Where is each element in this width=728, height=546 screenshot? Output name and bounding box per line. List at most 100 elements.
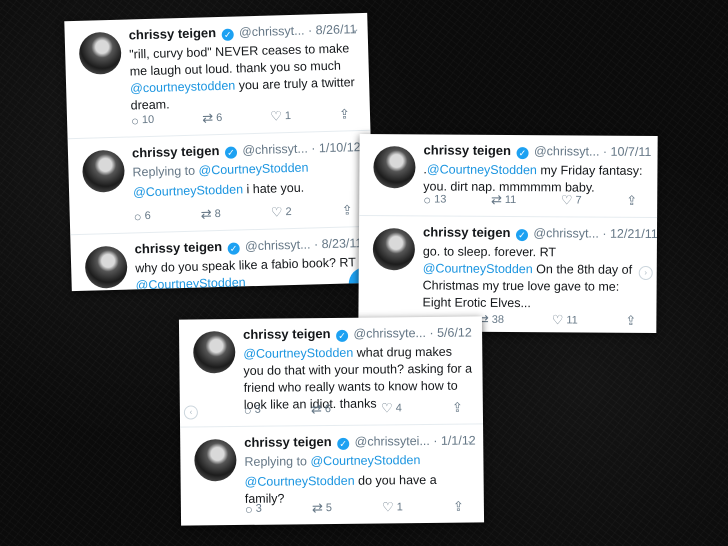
tweet-text: go. to sleep. forever. RT @CourtneyStodd… <box>422 244 633 311</box>
avatar[interactable] <box>81 149 126 193</box>
like-button[interactable]: ♡ 2 <box>271 204 292 221</box>
share-icon: ⇪ <box>341 202 353 218</box>
display-name[interactable]: chrissy teigen <box>244 434 332 450</box>
share-button[interactable]: ⇪ <box>626 193 637 209</box>
display-name[interactable]: chrissy teigen <box>128 25 216 42</box>
retweet-button[interactable]: ⇄ 8 <box>201 206 221 223</box>
reply-icon: ○ <box>423 191 432 207</box>
share-icon: ⇪ <box>451 399 463 415</box>
mention-link[interactable]: @CourtneyStodden <box>135 275 245 291</box>
avatar[interactable] <box>372 228 416 271</box>
retweet-button[interactable]: ⇄ 5 <box>312 500 332 516</box>
screenshot-card-3: chrissy teigen ✓ @chrissyte... · 5/6/12 … <box>178 316 485 526</box>
share-icon: ⇪ <box>338 106 351 122</box>
tweet-text: @CourtneyStodden i hate you. <box>132 180 305 200</box>
retweet-icon: ⇄ <box>310 401 322 417</box>
timestamp[interactable]: · 10/7/11 <box>603 145 652 159</box>
retweet-icon: ⇄ <box>200 206 212 222</box>
share-button[interactable]: ⇪ <box>625 313 636 329</box>
heart-icon: ♡ <box>270 108 283 124</box>
mention-link[interactable]: @CourtneyStodden <box>243 346 353 361</box>
handle[interactable]: @chrissyt... <box>534 144 600 158</box>
heart-icon: ♡ <box>560 192 573 208</box>
chevron-down-icon[interactable]: ⌄ <box>350 21 360 37</box>
mention-link[interactable]: @CourtneyStodden <box>427 162 537 177</box>
handle[interactable]: @chrissyt... <box>242 142 308 158</box>
tweet-header: chrissy teigen ✓ @chrissytei... · 1/1/12… <box>244 432 476 450</box>
share-icon: ⇪ <box>452 498 464 514</box>
retweet-icon: ⇄ <box>201 110 214 126</box>
mention-link[interactable]: @CourtneyStodden <box>423 261 533 276</box>
screenshot-card-1: chrissy teigen ✓ @chrissyt... · 8/26/11 … <box>64 12 375 292</box>
share-button[interactable]: ⇪ <box>342 202 353 218</box>
share-button[interactable]: ⇪ <box>453 499 464 515</box>
tweet-header: chrissy teigen ✓ @chrissyte... · 5/6/12 <box>243 325 474 343</box>
tweet[interactable]: chrissy teigen ✓ @chrissyt... · 8/26/11 … <box>64 12 371 140</box>
tweet[interactable]: chrissy teigen ✓ @chrissytei... · 1/1/12… <box>180 424 484 525</box>
chevron-left-icon[interactable]: ‹ <box>183 405 198 420</box>
reply-button[interactable]: ○ 6 <box>134 208 151 224</box>
like-button[interactable]: ♡ 4 <box>381 400 402 416</box>
heart-icon: ♡ <box>380 400 393 416</box>
verified-badge-icon: ✓ <box>515 229 528 242</box>
reply-icon: ○ <box>244 501 253 517</box>
replying-to-link[interactable]: @CourtneyStodden <box>198 161 308 178</box>
heart-icon: ♡ <box>551 312 564 328</box>
mention-link[interactable]: @CourtneyStodden <box>133 182 243 199</box>
handle[interactable]: @chrissyt... <box>533 226 599 240</box>
mention-link[interactable]: @CourtneyStodden <box>245 474 355 489</box>
timestamp[interactable]: · 12/21/11 <box>602 227 657 241</box>
reply-button[interactable]: ○ 13 <box>423 191 446 207</box>
tweet[interactable]: chrissy teigen ✓ @chrissyt... · 12/21/11… <box>358 216 658 333</box>
retweet-icon: ⇄ <box>311 500 323 516</box>
timestamp[interactable]: · 1/10/12 <box>311 140 361 155</box>
chevron-down-icon[interactable]: ⌄ <box>466 432 475 448</box>
avatar[interactable] <box>194 438 237 482</box>
reply-icon: ○ <box>243 402 252 418</box>
retweet-button[interactable]: ⇄ 6 <box>311 401 331 417</box>
handle[interactable]: @chrissyt... <box>245 237 311 253</box>
avatar[interactable] <box>373 146 416 189</box>
reply-button[interactable]: ○ 3 <box>245 501 262 517</box>
retweet-button[interactable]: ⇄ 11 <box>491 192 516 208</box>
display-name[interactable]: chrissy teigen <box>423 224 511 240</box>
replying-to-link[interactable]: @CourtneyStodden <box>310 453 420 468</box>
display-name[interactable]: chrissy teigen <box>132 143 220 160</box>
display-name[interactable]: chrissy teigen <box>424 142 512 158</box>
timestamp[interactable]: · 8/23/11 <box>314 236 363 251</box>
share-button[interactable]: ⇪ <box>339 106 350 122</box>
like-button[interactable]: ♡ 7 <box>561 192 582 208</box>
chevron-right-icon[interactable]: › <box>638 265 653 281</box>
reply-button[interactable]: ○ 3 <box>244 402 261 418</box>
tweet[interactable]: chrissy teigen ✓ @chrissyt... · 10/7/11 … <box>359 133 658 219</box>
display-name[interactable]: chrissy teigen <box>134 239 222 256</box>
avatar[interactable] <box>193 331 236 374</box>
reply-button[interactable]: ○ 10 <box>131 112 155 129</box>
like-button[interactable]: ♡ 1 <box>270 108 291 125</box>
handle[interactable]: @chrissyte... <box>353 326 426 341</box>
tweet-actions: ○ 13 ⇄ 11 ♡ 7 ⇪ <box>423 191 637 208</box>
tweet-actions: ○ 3 ⇄ 6 ♡ 4 ⇪ <box>244 400 463 418</box>
handle[interactable]: @chrissytei... <box>355 434 430 449</box>
tweet[interactable]: chrissy teigen ✓ @chrissyt... · 8/23/11 … <box>70 227 375 292</box>
handle[interactable]: @chrissyt... <box>239 24 305 40</box>
retweet-button[interactable]: ⇄ 6 <box>202 110 222 127</box>
timestamp[interactable]: · 5/6/12 <box>429 326 472 340</box>
verified-badge-icon: ✓ <box>335 329 349 342</box>
retweet-icon: ⇄ <box>490 191 502 207</box>
display-name[interactable]: chrissy teigen <box>243 326 331 342</box>
like-button[interactable]: ♡ 11 <box>552 312 578 328</box>
avatar[interactable] <box>78 31 122 75</box>
tweet[interactable]: chrissy teigen ✓ @chrissyt... · 1/10/12 … <box>67 130 374 236</box>
avatar[interactable] <box>84 245 128 289</box>
verified-badge-icon: ✓ <box>221 28 234 41</box>
mention-link[interactable]: @courtneystodden <box>130 79 235 96</box>
heart-icon: ♡ <box>382 499 394 515</box>
share-button[interactable]: ⇪ <box>452 400 463 416</box>
share-icon: ⇪ <box>626 192 638 208</box>
verified-badge-icon: ✓ <box>224 146 238 159</box>
verified-badge-icon: ✓ <box>337 437 350 450</box>
tweet[interactable]: chrissy teigen ✓ @chrissyte... · 5/6/12 … <box>178 316 484 428</box>
like-button[interactable]: ♡ 1 <box>382 499 403 515</box>
replying-to: Replying to @CourtneyStodden <box>132 160 309 180</box>
